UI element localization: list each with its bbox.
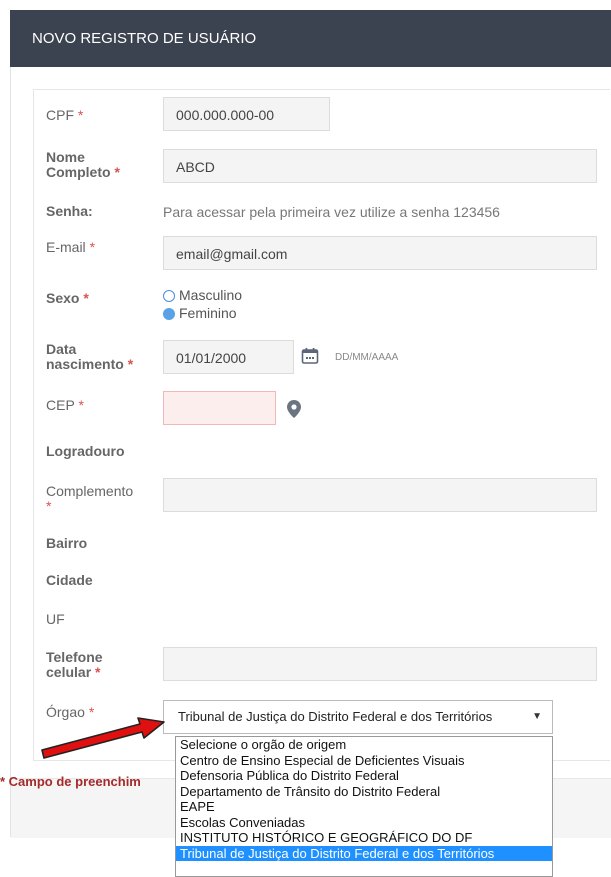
- senha-hint: Para acessar pela primeira vez utilize a…: [163, 204, 500, 220]
- bairro-label: Bairro: [46, 535, 88, 551]
- cep-input[interactable]: [163, 391, 276, 425]
- email-label: E-mail *: [46, 239, 96, 255]
- radio-circle-checked-icon[interactable]: [163, 308, 175, 320]
- data-nascimento-label: Data nascimento *: [46, 341, 134, 372]
- orgao-option[interactable]: INSTITUTO HISTÓRICO E GEOGRÁFICO DO DF: [176, 830, 552, 846]
- annotation-arrow-icon: [40, 710, 170, 765]
- telefone-label: Telefone celular *: [46, 649, 103, 680]
- sexo-label: Sexo *: [46, 290, 89, 306]
- telefone-input[interactable]: [163, 647, 597, 681]
- nome-label: Nome Completo *: [46, 149, 120, 180]
- location-pin-icon[interactable]: [287, 400, 301, 423]
- cpf-input[interactable]: 000.000.000-00: [163, 97, 330, 131]
- logradouro-label: Logradouro: [46, 443, 125, 459]
- radio-circle-icon[interactable]: [163, 290, 175, 302]
- orgao-dropdown-list[interactable]: Selecione o orgão de origem Centro de En…: [175, 736, 553, 877]
- orgao-option[interactable]: Departamento de Trânsito do Distrito Fed…: [176, 784, 552, 800]
- complemento-input[interactable]: [163, 478, 597, 512]
- orgao-selected-value: Tribunal de Justiça do Distrito Federal …: [178, 709, 493, 724]
- orgao-option[interactable]: Selecione o orgão de origem: [176, 737, 552, 753]
- orgao-option-selected[interactable]: Tribunal de Justiça do Distrito Federal …: [176, 845, 552, 861]
- page-title: NOVO REGISTRO DE USUÁRIO: [32, 30, 257, 47]
- radio-masculino[interactable]: Masculino: [163, 286, 242, 304]
- calendar-icon[interactable]: [301, 347, 319, 370]
- complemento-label: Complemento *: [46, 483, 134, 514]
- date-format-hint: DD/MM/AAAA: [335, 352, 399, 363]
- orgao-select[interactable]: Tribunal de Justiça do Distrito Federal …: [163, 700, 553, 734]
- page-header: NOVO REGISTRO DE USUÁRIO: [10, 10, 611, 67]
- required-field-footnote: * Campo de preenchim: [0, 774, 141, 789]
- cep-label: CEP *: [46, 397, 84, 413]
- orgao-option[interactable]: Escolas Conveniadas: [176, 815, 552, 831]
- senha-label: Senha:: [46, 203, 93, 219]
- radio-feminino[interactable]: Feminino: [163, 304, 237, 322]
- dropdown-caret-icon[interactable]: ▼: [532, 701, 542, 733]
- email-input[interactable]: email@gmail.com: [163, 236, 597, 270]
- nome-input[interactable]: ABCD: [163, 149, 597, 183]
- data-nascimento-input[interactable]: 01/01/2000: [163, 340, 294, 374]
- cpf-label: CPF *: [46, 107, 84, 123]
- uf-label: UF: [46, 611, 65, 627]
- orgao-option[interactable]: Defensoria Pública do Distrito Federal: [176, 768, 552, 784]
- orgao-option[interactable]: EAPE: [176, 799, 552, 815]
- orgao-option[interactable]: Centro de Ensino Especial de Deficientes…: [176, 753, 552, 769]
- cidade-label: Cidade: [46, 572, 93, 588]
